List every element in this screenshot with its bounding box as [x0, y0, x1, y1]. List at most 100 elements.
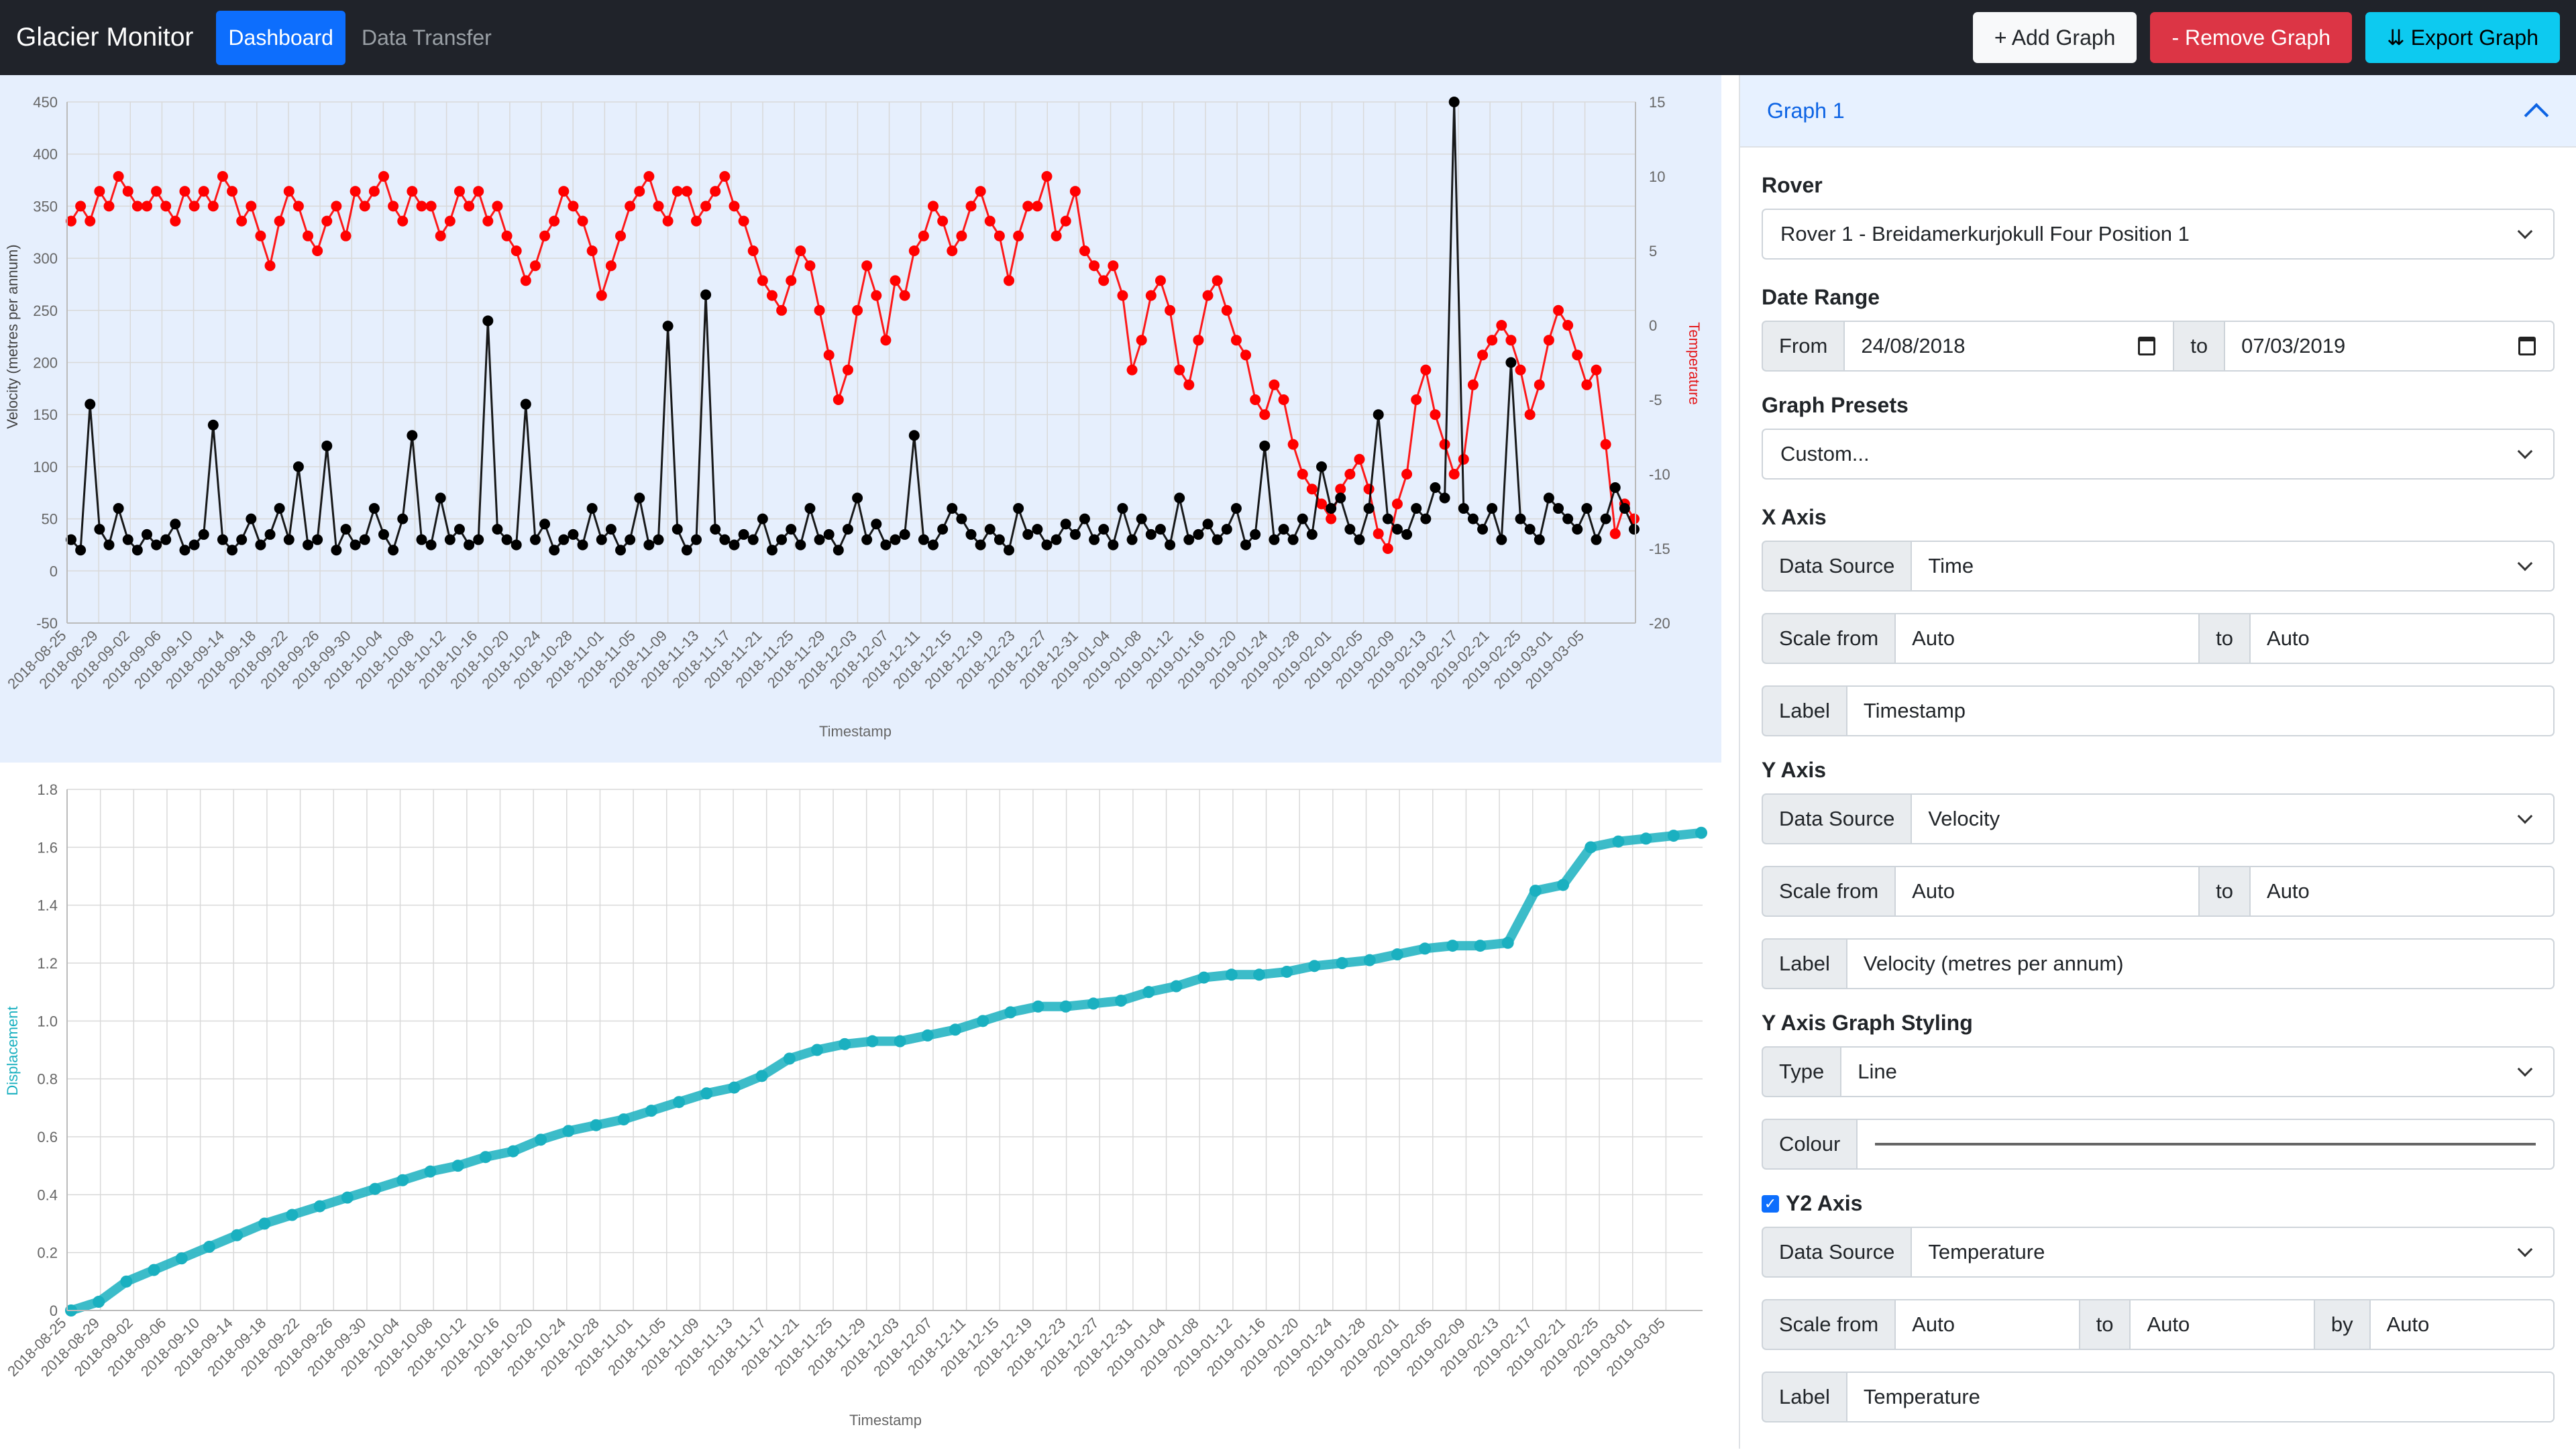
data-point — [1069, 186, 1081, 197]
data-point — [501, 230, 513, 241]
data-point — [520, 275, 531, 286]
data-point — [160, 534, 172, 545]
chevron-down-icon — [2517, 808, 2533, 824]
data-point — [511, 539, 522, 551]
data-point — [198, 186, 209, 197]
y-axis-title: Velocity (metres per annum) — [4, 244, 21, 429]
styling-label: Y Axis Graph Styling — [1762, 1011, 1973, 1035]
data-point — [1557, 879, 1570, 891]
data-point — [1543, 492, 1554, 504]
data-point — [303, 539, 314, 551]
data-point — [94, 186, 105, 197]
data-point — [1089, 260, 1100, 272]
data-point — [890, 275, 901, 286]
y-tick-label: 400 — [33, 146, 58, 163]
y2-label-input[interactable]: Temperature — [1845, 1372, 2555, 1422]
data-point — [615, 230, 627, 241]
y-scale-from-input[interactable]: Auto — [1894, 866, 2200, 917]
displacement-chart[interactable]: 1.81.61.41.21.00.80.60.40.202018-08-2520… — [0, 763, 1721, 1449]
data-point — [1543, 335, 1554, 346]
data-point — [473, 186, 484, 197]
data-point — [1326, 513, 1337, 524]
data-point — [1221, 304, 1232, 316]
data-point — [122, 534, 133, 545]
rover-select[interactable]: Rover 1 - Breidamerkurjokull Four Positi… — [1762, 209, 2555, 260]
data-point — [719, 534, 731, 545]
data-point — [227, 545, 238, 556]
data-point — [1382, 543, 1393, 554]
data-point — [653, 534, 664, 545]
x-scale-from-input[interactable]: Auto — [1894, 613, 2200, 664]
data-point — [131, 201, 143, 212]
data-point — [425, 201, 437, 212]
from-date-input[interactable]: 24/08/2018 — [1843, 321, 2175, 372]
data-point — [292, 461, 304, 472]
colour-picker[interactable] — [1856, 1119, 2555, 1170]
type-select[interactable]: Line — [1840, 1046, 2555, 1097]
graph-1-panel[interactable]: 450 400 350 300 250 200 150 100 50 0 -50 15 10 5 0 -5 -1… — [0, 75, 1721, 763]
graph-1-accordion-header[interactable]: Graph 1 — [1740, 75, 2576, 148]
data-point — [1202, 290, 1214, 301]
data-point — [1117, 290, 1128, 301]
data-point — [866, 1035, 879, 1048]
y2-by-input[interactable]: Auto — [2369, 1299, 2555, 1350]
add-graph-button[interactable]: + Add Graph — [1972, 12, 2137, 63]
data-point — [506, 1145, 519, 1158]
data-point — [1534, 534, 1545, 545]
data-point — [757, 275, 768, 286]
data-point — [203, 1241, 215, 1253]
app-brand[interactable]: Glacier Monitor — [16, 23, 193, 52]
nav-data-transfer[interactable]: Data Transfer — [350, 11, 504, 65]
data-point — [246, 513, 257, 524]
data-point — [1297, 469, 1308, 480]
chevron-up-icon[interactable] — [2524, 103, 2549, 128]
y2-axis-toggle[interactable]: ✓ Y2 Axis — [1762, 1191, 2555, 1216]
y2-data-source-select[interactable]: Temperature — [1911, 1227, 2555, 1278]
data-point — [1326, 503, 1337, 514]
remove-graph-button[interactable]: - Remove Graph — [2150, 12, 2352, 63]
y2-scale-from-input[interactable]: Auto — [1894, 1299, 2080, 1350]
data-point — [1458, 503, 1469, 514]
x-scale-to-input[interactable]: Auto — [2249, 613, 2555, 664]
export-graph-button[interactable]: ⇊ Export Graph — [2365, 12, 2560, 63]
data-point — [1562, 320, 1574, 331]
data-point — [1287, 439, 1299, 450]
y-data-source-select[interactable]: Velocity — [1911, 793, 2555, 844]
y-data-source-label: Data Source — [1762, 793, 1913, 844]
data-point — [539, 518, 551, 530]
y2-scale-to-input[interactable]: Auto — [2129, 1299, 2315, 1350]
data-point — [264, 528, 276, 540]
y-label-input[interactable]: Velocity (metres per annum) — [1845, 938, 2555, 989]
data-point — [1117, 503, 1128, 514]
graph-presets-select[interactable]: Custom... — [1762, 429, 2555, 480]
data-point — [236, 534, 248, 545]
data-point — [861, 260, 873, 272]
to-date-input[interactable]: 07/03/2019 — [2224, 321, 2555, 372]
y-scale-to-input[interactable]: Auto — [2249, 866, 2555, 917]
data-point — [1572, 524, 1583, 535]
calendar-icon[interactable] — [2518, 337, 2536, 355]
x-data-source-select[interactable]: Time — [1911, 541, 2555, 592]
data-point — [1212, 275, 1223, 286]
data-point — [908, 245, 920, 256]
data-point — [956, 513, 967, 524]
y2-tick-label: -10 — [1649, 466, 1670, 483]
x-label-input[interactable]: Timestamp — [1845, 685, 2555, 736]
data-point — [558, 186, 570, 197]
data-point — [103, 201, 115, 212]
data-point — [529, 534, 541, 545]
nav-dashboard[interactable]: Dashboard — [216, 10, 345, 65]
data-point — [321, 215, 333, 227]
data-point — [1505, 357, 1517, 368]
chevron-down-icon — [2517, 1241, 2533, 1258]
y2-checkbox[interactable]: ✓ — [1762, 1194, 1779, 1213]
graph-2-panel[interactable]: 1.8 1.6 1.4 1.2 1.0 0.8 0.6 0.4 0.2 0 2018-08-25 20… — [0, 763, 1721, 1449]
data-point — [1142, 986, 1155, 999]
graph-settings-panel: Graph 1 Rover Rover 1 - Breidamerkurjoku… — [1739, 75, 2576, 1449]
from-date-value: 24/08/2018 — [1861, 334, 1966, 357]
velocity-temperature-chart[interactable]: 450400350300250200150100500-50151050-5-1… — [0, 75, 1721, 763]
data-point — [1308, 960, 1321, 972]
calendar-icon[interactable] — [2138, 337, 2156, 355]
data-point — [482, 215, 494, 227]
data-point — [811, 1044, 824, 1056]
